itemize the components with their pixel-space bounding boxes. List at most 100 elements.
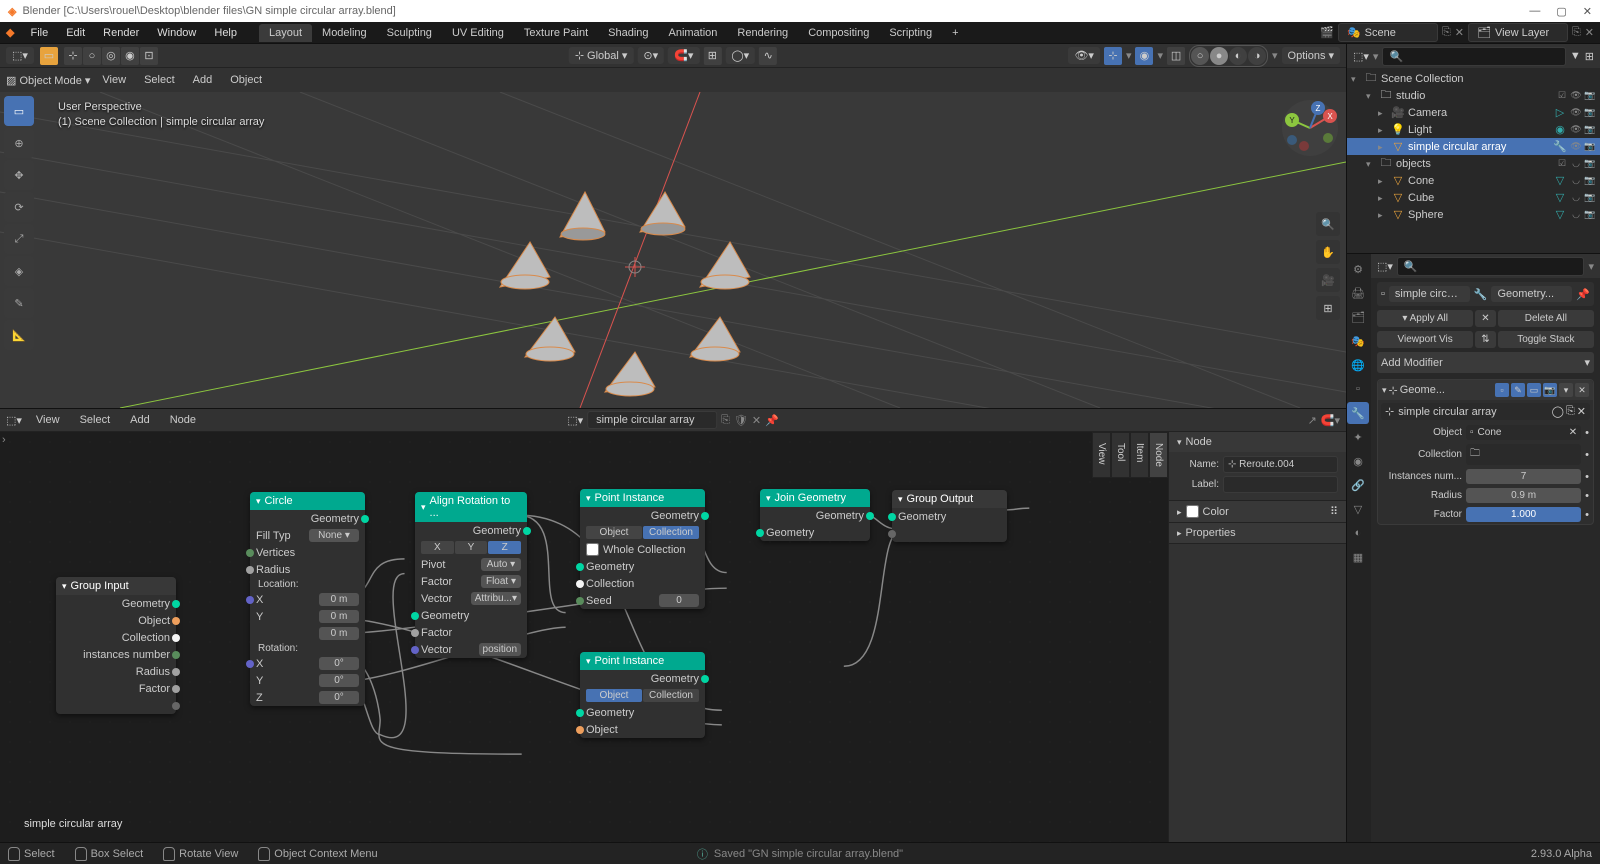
tool-transform[interactable]: ◈: [4, 256, 34, 286]
breadcrumb-pin-icon[interactable]: 📌: [1576, 288, 1590, 301]
select-tool-icon[interactable]: ▭: [40, 47, 58, 65]
node-snap-icon[interactable]: 🧲▾: [1321, 414, 1340, 427]
prop-tab-constraint[interactable]: 🔗: [1347, 474, 1369, 496]
cursor-tool-icon[interactable]: ⊹: [64, 47, 82, 65]
outliner-row-cube[interactable]: ▽Cube▽◡📷: [1347, 189, 1600, 206]
prop-tab-material[interactable]: ◐: [1347, 522, 1369, 544]
prop-tab-modifier[interactable]: 🔧: [1347, 402, 1369, 424]
gizmo-drop-icon[interactable]: ▾: [1126, 49, 1132, 62]
outliner-row-light[interactable]: 💡Light◉👁📷: [1347, 121, 1600, 138]
vp-menu-object[interactable]: Object: [224, 72, 268, 88]
outliner-new-collection-icon[interactable]: ⊞: [1585, 50, 1594, 63]
tool-cursor[interactable]: ⊕: [4, 128, 34, 158]
npanel-tab-node[interactable]: Node: [1149, 432, 1168, 478]
scene-icon[interactable]: 🎬: [1320, 26, 1334, 39]
npanel-props-header[interactable]: Properties: [1169, 523, 1346, 543]
viewport-3d[interactable]: ▭ ⊕ ✥ ⟳ ⤢ ◈ ✎ 📐 User Perspective (1) Sce…: [0, 92, 1346, 408]
overlay-drop-icon[interactable]: ▾: [1157, 49, 1163, 62]
viewport-vis-button[interactable]: Viewport Vis: [1377, 331, 1473, 348]
tool-annotate[interactable]: ✎: [4, 288, 34, 318]
npanel-node-header[interactable]: Node: [1169, 432, 1346, 452]
scene-selector[interactable]: 🎭Scene: [1338, 23, 1438, 42]
mod-extra-icon[interactable]: ▾: [1559, 383, 1573, 397]
tab-shading[interactable]: Shading: [598, 24, 658, 42]
ne-menu-add[interactable]: Add: [124, 412, 156, 428]
npanel-tab-tool[interactable]: Tool: [1111, 432, 1130, 478]
menu-window[interactable]: Window: [149, 25, 204, 41]
prop-tab-mesh[interactable]: ▽: [1347, 498, 1369, 520]
prop-tab-scene[interactable]: 🎭: [1347, 330, 1369, 352]
tab-uv[interactable]: UV Editing: [442, 24, 514, 42]
menu-file[interactable]: File: [22, 25, 56, 41]
node-point-instance-1[interactable]: Point Instance Geometry ObjectCollection…: [580, 489, 705, 609]
node-tree-pin-icon[interactable]: 📌: [765, 414, 779, 427]
shading-rendered-icon[interactable]: ◑: [1248, 47, 1266, 65]
ne-menu-select[interactable]: Select: [74, 412, 117, 428]
tab-sculpting[interactable]: Sculpting: [377, 24, 442, 42]
layer-selector[interactable]: 🗂View Layer: [1468, 23, 1568, 42]
editor-type-dropdown[interactable]: ⬚▾: [6, 47, 34, 64]
nav-ortho-icon[interactable]: ⊞: [1316, 296, 1340, 320]
tab-animation[interactable]: Animation: [659, 24, 728, 42]
mod-collection-field[interactable]: 🗀: [1466, 444, 1581, 465]
snap-inc-icon[interactable]: ⊞: [703, 47, 721, 65]
outliner-row-studio[interactable]: 🗀studio☑👁📷: [1347, 87, 1600, 104]
node-editor[interactable]: › Group Input Geometry Object: [0, 432, 1346, 842]
mod-delete-icon[interactable]: ✕: [1575, 383, 1589, 397]
options-dropdown[interactable]: Options ▾: [1282, 47, 1340, 64]
node-align-rotation[interactable]: Align Rotation to ... Geometry XYZ Pivot…: [415, 492, 527, 658]
origin4-icon[interactable]: ⊡: [140, 47, 158, 65]
origin2-icon[interactable]: ◎: [102, 47, 120, 65]
outliner-row-active[interactable]: ▽simple circular array🔧👁📷: [1347, 138, 1600, 155]
vp-menu-add[interactable]: Add: [187, 72, 219, 88]
npanel-name-field[interactable]: ⊹ Reroute.004: [1223, 456, 1338, 473]
npanel-tab-item[interactable]: Item: [1130, 432, 1149, 478]
node-group-input[interactable]: Group Input Geometry Object Collection i…: [56, 577, 176, 714]
node-tree-browse-icon[interactable]: ⎘: [721, 414, 730, 427]
maximize-icon[interactable]: ▢: [1556, 5, 1566, 18]
outliner-row-sphere[interactable]: ▽Sphere▽◡📷: [1347, 206, 1600, 223]
toggle-stack-button[interactable]: Toggle Stack: [1498, 331, 1594, 348]
ne-menu-node[interactable]: Node: [164, 412, 202, 428]
outliner-display-dropdown[interactable]: ▾: [1373, 50, 1379, 63]
scene-new-icon[interactable]: ⎘: [1442, 26, 1451, 39]
npanel-tab-view[interactable]: View: [1092, 432, 1111, 478]
mod-realtime-icon[interactable]: ▫: [1495, 383, 1509, 397]
minimize-icon[interactable]: —: [1529, 5, 1540, 18]
visibility-dropdown[interactable]: 👁▾: [1068, 47, 1100, 64]
node-arrow-icon[interactable]: ↗: [1308, 414, 1317, 427]
tab-rendering[interactable]: Rendering: [727, 24, 798, 42]
mod-factor-field[interactable]: 1.000: [1466, 507, 1581, 522]
node-circle[interactable]: Circle Geometry Fill TypNone ▾ Vertices …: [250, 492, 365, 706]
close-icon[interactable]: ✕: [1583, 5, 1592, 18]
mod-render-icon[interactable]: 📷: [1543, 383, 1557, 397]
props-search[interactable]: 🔍: [1397, 257, 1585, 276]
mod-viewport-icon[interactable]: ▭: [1527, 383, 1541, 397]
add-modifier-button[interactable]: Add Modifier▾: [1377, 352, 1594, 373]
tab-layout[interactable]: Layout: [259, 24, 312, 42]
shading-wireframe-icon[interactable]: ○: [1191, 47, 1209, 65]
scene-delete-icon[interactable]: ✕: [1455, 26, 1464, 39]
outliner-type-dropdown[interactable]: ⬚▾: [1353, 50, 1369, 63]
node-tree-name[interactable]: simple circular array: [587, 411, 717, 429]
outliner-filter-icon[interactable]: ▼: [1570, 50, 1581, 62]
tab-scripting[interactable]: Scripting: [879, 24, 942, 42]
node-toolbar-toggle[interactable]: ›: [2, 434, 6, 446]
vp-menu-view[interactable]: View: [96, 72, 132, 88]
prop-tab-particle[interactable]: ✦: [1347, 426, 1369, 448]
mod-editmode-icon[interactable]: ✎: [1511, 383, 1525, 397]
menu-render[interactable]: Render: [95, 25, 147, 41]
tab-compositing[interactable]: Compositing: [798, 24, 879, 42]
pivot-dropdown[interactable]: ⊙▾: [637, 47, 664, 64]
menu-edit[interactable]: Edit: [58, 25, 93, 41]
origin3-icon[interactable]: ◉: [121, 47, 139, 65]
mod-object-field[interactable]: ▫ Cone✕: [1466, 425, 1581, 440]
npanel-label-field[interactable]: [1223, 476, 1338, 493]
tab-texture[interactable]: Texture Paint: [514, 24, 598, 42]
orientation-dropdown[interactable]: ⊹ Global ▾: [569, 47, 634, 64]
mode-dropdown[interactable]: ▨ Object Mode ▾: [6, 74, 90, 87]
outliner-row-camera[interactable]: 🎥Camera▷👁📷: [1347, 104, 1600, 121]
tool-move[interactable]: ✥: [4, 160, 34, 190]
shading-solid-icon[interactable]: ●: [1210, 47, 1228, 65]
delete-all-button[interactable]: Delete All: [1498, 310, 1594, 327]
